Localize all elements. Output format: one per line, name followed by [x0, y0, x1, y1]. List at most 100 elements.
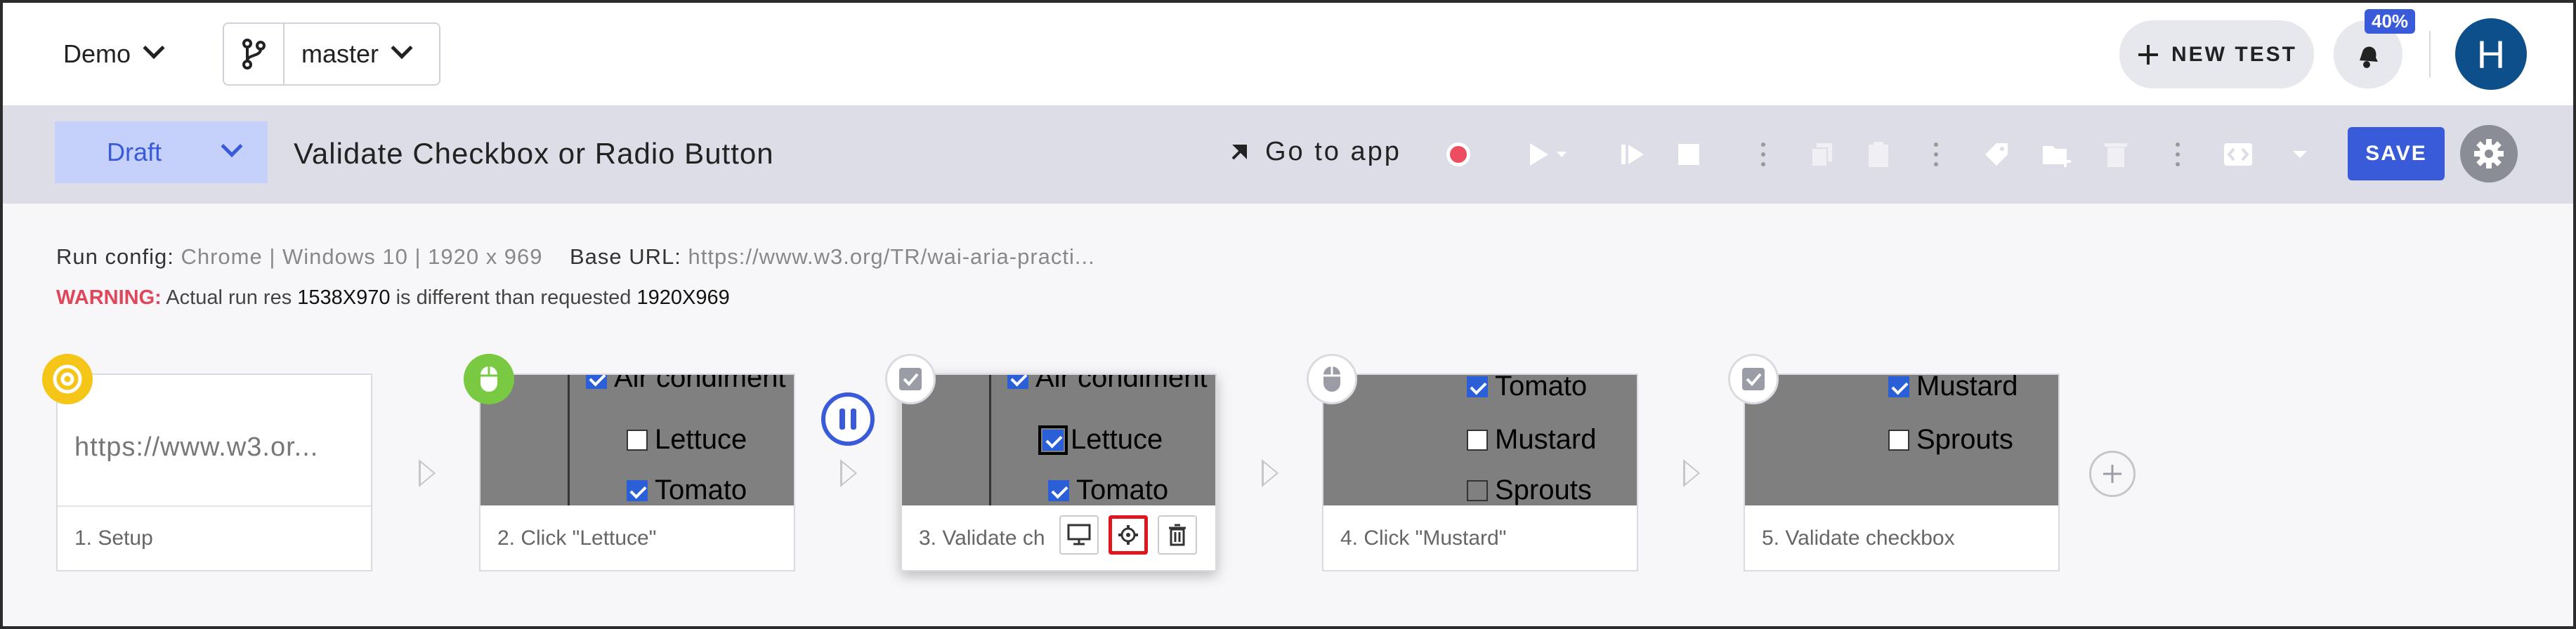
step-label: 4. Click "Mustard"	[1340, 527, 1507, 550]
step-card-validate-checkbox[interactable]: Air condiment Lettuce Tomato 3. Validate…	[901, 373, 1217, 571]
plus-icon	[2138, 44, 2158, 65]
step-label: 3. Validate ch	[919, 527, 1045, 550]
chrome-icon	[42, 354, 93, 404]
step-forward-icon	[1621, 145, 1644, 164]
copy-icon	[1811, 143, 1832, 167]
warning-text: is different than requested	[395, 286, 632, 309]
trash-icon	[2105, 143, 2127, 167]
warning-text: Actual run res	[166, 286, 292, 309]
arrow-right-icon	[1683, 459, 1700, 487]
screenshot-text: Tomato	[1495, 375, 1588, 402]
base-url-label: Base URL:	[569, 244, 681, 269]
step-screenshot: Tomato Mustard Sprouts	[1323, 375, 1637, 505]
step-card-click-mustard[interactable]: Tomato Mustard Sprouts 4. Click "Mustard…	[1322, 373, 1638, 571]
step-label: 2. Click "Lettuce"	[497, 527, 657, 550]
status-dropdown[interactable]: Draft	[55, 121, 268, 183]
kebab-icon	[1761, 143, 1765, 166]
step-label: 5. Validate checkbox	[1762, 527, 1955, 550]
add-step-button[interactable]	[2089, 451, 2136, 497]
screenshot-text: Lettuce	[1071, 424, 1163, 455]
code-dropdown[interactable]	[2291, 138, 2308, 171]
stop-icon	[1678, 144, 1699, 165]
screenshot-text: Sprouts	[1495, 475, 1592, 505]
add-folder-button[interactable]	[2041, 138, 2072, 171]
step-card-click-lettuce[interactable]: Air condiment Lettuce Tomato 2. Click "L…	[479, 373, 795, 571]
play-button[interactable]	[1527, 138, 1569, 171]
branch-selector[interactable]: master	[223, 22, 440, 86]
app-frame: Demo master NEW TEST 40% H Draft Validat…	[0, 0, 2576, 629]
divider	[2429, 31, 2431, 77]
status-value: Draft	[107, 138, 162, 166]
paste-button[interactable]	[1866, 138, 1891, 171]
stop-button[interactable]	[1676, 138, 1701, 171]
mouse-icon	[1307, 354, 1357, 404]
record-button[interactable]	[1444, 138, 1472, 171]
more-menu-button[interactable]	[1759, 138, 1767, 171]
step-settings-button[interactable]	[1109, 515, 1148, 555]
tag-icon	[1985, 143, 2008, 166]
arrow-right-icon	[840, 459, 857, 487]
screenshot-text: Sprouts	[1916, 424, 2013, 455]
step-url: https://www.w3.or...	[74, 432, 319, 462]
trash-icon	[1169, 524, 1186, 546]
code-button[interactable]	[2223, 138, 2254, 171]
chevron-down-icon	[221, 135, 243, 158]
avatar[interactable]: H	[2455, 18, 2527, 90]
checkbox-icon	[1728, 354, 1779, 404]
go-to-app-link[interactable]: Go to app	[1229, 137, 1401, 167]
screenshot-text: Tomato	[1076, 475, 1169, 505]
warning-label: WARNING:	[56, 286, 162, 309]
chevron-down-icon	[391, 37, 413, 60]
branch-name: master	[301, 39, 379, 68]
copy-button[interactable]	[1808, 138, 1836, 171]
screenshot-text: Lettuce	[655, 424, 747, 455]
git-branch-icon	[224, 24, 285, 84]
screenshot-text: Air condiment	[1035, 375, 1208, 393]
clipboard-icon	[1869, 142, 1888, 167]
chevron-down-icon	[143, 37, 165, 60]
more-menu-button[interactable]	[2173, 138, 2182, 171]
screenshot-text: Mustard	[1916, 375, 2018, 402]
step-card-setup[interactable]: https://www.w3.or... 1. Setup	[56, 373, 372, 571]
project-name: Demo	[63, 39, 131, 68]
record-icon	[1446, 143, 1470, 166]
screenshot-text: Tomato	[655, 475, 747, 505]
caret-down-icon	[2293, 151, 2307, 158]
delete-button[interactable]	[2103, 138, 2129, 171]
arrow-right-icon	[419, 459, 436, 487]
actual-resolution: 1538X970	[297, 286, 391, 309]
view-screenshot-button[interactable]	[1059, 515, 1099, 555]
play-icon	[1530, 143, 1567, 166]
tag-button[interactable]	[1982, 138, 2011, 171]
run-config-label: Run config:	[56, 244, 174, 269]
more-menu-button[interactable]	[1932, 138, 1940, 171]
test-title: Validate Checkbox or Radio Button	[294, 137, 774, 170]
save-button[interactable]: SAVE	[2348, 127, 2445, 180]
new-test-label: NEW TEST	[2171, 42, 2297, 66]
new-test-button[interactable]: NEW TEST	[2119, 20, 2314, 88]
top-bar: Demo master NEW TEST 40% H	[3, 3, 2573, 105]
arrow-up-right-icon	[1231, 144, 1247, 159]
pause-button[interactable]	[821, 392, 875, 446]
settings-button[interactable]	[2460, 125, 2518, 183]
code-icon	[2224, 143, 2252, 166]
step-screenshot: Mustard Sprouts	[1745, 375, 2058, 505]
arrow-right-icon	[1262, 459, 1279, 487]
run-config-value[interactable]: Chrome | Windows 10 | 1920 x 969	[181, 244, 542, 269]
kebab-icon	[1934, 143, 1938, 166]
step-forward-button[interactable]	[1619, 138, 1647, 171]
run-config: Run config: Chrome | Windows 10 | 1920 x…	[56, 244, 1095, 270]
plus-icon	[2103, 465, 2121, 483]
base-url-value[interactable]: https://www.w3.org/TR/wai-aria-practi...	[688, 244, 1095, 269]
screenshot-text: Mustard	[1495, 424, 1597, 455]
delete-step-button[interactable]	[1158, 515, 1197, 555]
step-screenshot: Air condiment Lettuce Tomato	[480, 375, 794, 505]
step-card-validate-checkbox-2[interactable]: Mustard Sprouts 5. Validate checkbox	[1744, 373, 2060, 571]
monitor-icon	[1067, 524, 1091, 545]
checkbox-icon	[885, 354, 936, 404]
project-selector[interactable]: Demo	[63, 34, 165, 74]
kebab-icon	[2176, 143, 2180, 166]
notification-badge: 40%	[2365, 9, 2416, 34]
step-screenshot: Air condiment Lettuce Tomato	[902, 375, 1215, 505]
bell-icon	[2360, 46, 2378, 68]
